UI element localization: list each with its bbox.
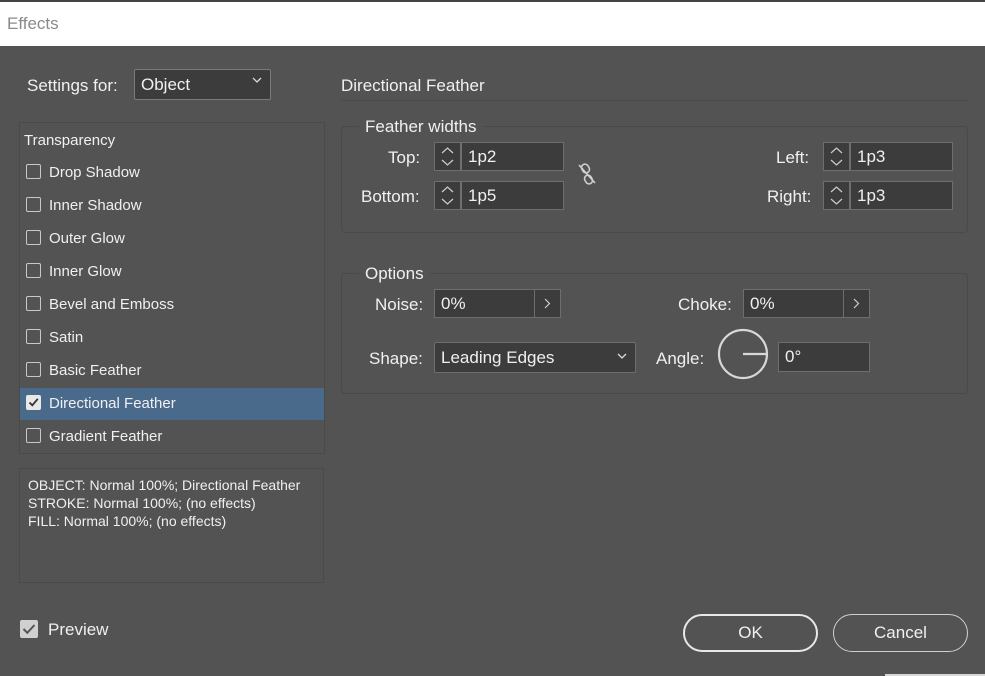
effect-item-bevel-emboss[interactable]: Bevel and Emboss	[20, 289, 324, 321]
shape-dropdown[interactable]: Leading Edges	[434, 342, 636, 373]
angle-input[interactable]: 0°	[778, 342, 870, 372]
stepper-arrows-icon	[830, 147, 843, 166]
noise-input[interactable]: 0%	[434, 289, 535, 318]
left-input[interactable]: 1p3	[850, 142, 953, 171]
effect-item-label: Inner Glow	[49, 263, 122, 280]
effect-item-basic-feather[interactable]: Basic Feather	[20, 355, 324, 387]
chevron-down-icon	[617, 353, 627, 359]
effect-item-label: Gradient Feather	[49, 428, 163, 445]
settings-for-dropdown[interactable]: Object	[134, 69, 271, 100]
chevron-right-icon	[544, 298, 551, 309]
inner-glow-checkbox[interactable]	[26, 263, 41, 278]
right-value: 1p3	[857, 186, 886, 205]
shape-label: Shape:	[369, 349, 423, 368]
stepper-arrows-icon	[830, 186, 843, 205]
effect-item-label: Inner Shadow	[49, 197, 142, 214]
effect-item-inner-glow[interactable]: Inner Glow	[20, 256, 324, 288]
bottom-stepper[interactable]	[434, 181, 461, 210]
top-stepper[interactable]	[434, 142, 461, 171]
left-value: 1p3	[857, 147, 886, 166]
left-stepper[interactable]	[823, 142, 850, 171]
angle-dial-icon[interactable]	[716, 327, 770, 381]
effect-item-drop-shadow[interactable]: Drop Shadow	[20, 157, 324, 189]
basic-feather-checkbox[interactable]	[26, 362, 41, 377]
checkmark-icon	[22, 624, 36, 635]
top-value: 1p2	[468, 147, 497, 166]
preview-label: Preview	[48, 620, 109, 639]
choke-slider-button[interactable]	[843, 289, 870, 318]
options-title: Options	[359, 264, 430, 284]
effect-item-label: Satin	[49, 329, 84, 346]
choke-label: Choke:	[678, 295, 732, 314]
checkmark-icon	[28, 398, 39, 407]
unlink-chain-icon[interactable]	[576, 162, 598, 186]
effect-item-label: Bevel and Emboss	[49, 296, 175, 313]
angle-value: 0°	[785, 347, 802, 366]
effect-item-satin[interactable]: Satin	[20, 322, 324, 354]
effects-summary: OBJECT: Normal 100%; Directional Feather…	[19, 468, 324, 583]
ok-button[interactable]: OK	[683, 614, 818, 652]
feather-widths-title: Feather widths	[359, 117, 483, 137]
summary-object: OBJECT: Normal 100%; Directional Feather	[28, 477, 301, 493]
bevel-emboss-checkbox[interactable]	[26, 296, 41, 311]
effect-item-label: Basic Feather	[49, 362, 142, 379]
effect-item-directional-feather[interactable]: Directional Feather	[20, 388, 324, 420]
summary-stroke: STROKE: Normal 100%; (no effects)	[28, 495, 256, 511]
drop-shadow-checkbox[interactable]	[26, 164, 41, 179]
effects-list: Transparency Drop Shadow Inner Shadow Ou…	[19, 122, 325, 454]
chevron-down-icon	[252, 77, 262, 83]
summary-fill: FILL: Normal 100%; (no effects)	[28, 513, 227, 529]
effect-item-gradient-feather[interactable]: Gradient Feather	[20, 421, 324, 453]
shape-value: Leading Edges	[441, 348, 555, 367]
left-label: Left:	[776, 148, 810, 167]
effect-item-inner-shadow[interactable]: Inner Shadow	[20, 190, 324, 222]
stepper-arrows-icon	[441, 147, 454, 166]
bottom-label: Bottom:	[361, 187, 420, 206]
noise-value: 0%	[441, 294, 466, 313]
transparency-item[interactable]: Transparency	[24, 132, 115, 149]
directional-feather-checkbox[interactable]	[26, 395, 41, 410]
top-label: Top:	[388, 148, 421, 167]
choke-input[interactable]: 0%	[743, 289, 844, 318]
gradient-feather-checkbox[interactable]	[26, 428, 41, 443]
effect-item-label: Directional Feather	[49, 395, 176, 412]
noise-label: Noise:	[375, 295, 424, 314]
inner-shadow-checkbox[interactable]	[26, 197, 41, 212]
settings-for-label: Settings for:	[27, 76, 118, 95]
section-divider	[341, 100, 969, 101]
noise-slider-button[interactable]	[534, 289, 561, 318]
angle-label: Angle:	[656, 349, 705, 368]
section-title: Directional Feather	[341, 76, 485, 95]
title-bar: Effects	[0, 0, 985, 46]
effect-item-label: Outer Glow	[49, 230, 125, 247]
satin-checkbox[interactable]	[26, 329, 41, 344]
right-input[interactable]: 1p3	[850, 181, 953, 210]
effect-item-label: Drop Shadow	[49, 164, 140, 181]
preview-checkbox[interactable]	[20, 620, 38, 638]
cancel-button[interactable]: Cancel	[833, 614, 968, 652]
outer-glow-checkbox[interactable]	[26, 230, 41, 245]
stepper-arrows-icon	[441, 186, 454, 205]
window-title: Effects	[7, 14, 59, 33]
bottom-value: 1p5	[468, 186, 497, 205]
right-stepper[interactable]	[823, 181, 850, 210]
effect-item-outer-glow[interactable]: Outer Glow	[20, 223, 324, 255]
bottom-input[interactable]: 1p5	[461, 181, 564, 210]
top-input[interactable]: 1p2	[461, 142, 564, 171]
settings-for-value: Object	[141, 75, 191, 94]
chevron-right-icon	[853, 298, 860, 309]
right-label: Right:	[767, 187, 812, 206]
choke-value: 0%	[750, 294, 775, 313]
